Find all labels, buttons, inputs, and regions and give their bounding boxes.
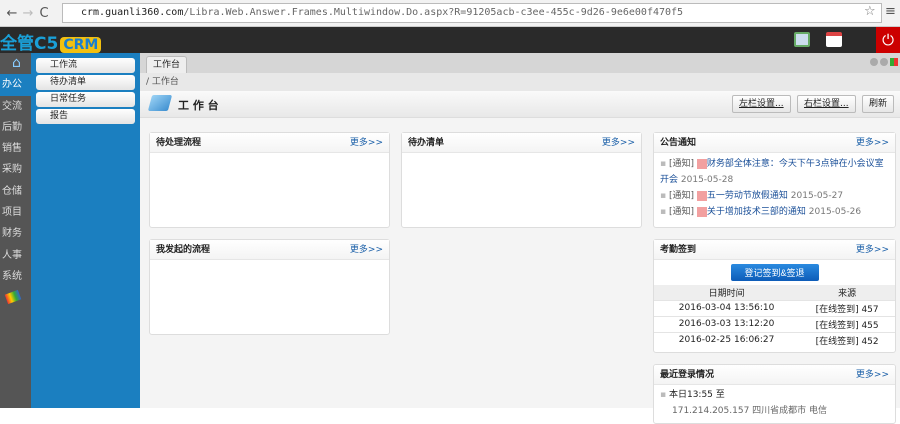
source-cell: [在线签到] 457 bbox=[799, 299, 895, 316]
attendance-panel: 考勤签到 更多>> 登记签到&签退 日期时间 来源 2016-03-04 13:56… bbox=[653, 239, 896, 353]
submenu-workflow[interactable]: 工作流 bbox=[36, 58, 135, 73]
more-link[interactable]: 更多>> bbox=[350, 133, 383, 153]
tab-prev-icon[interactable] bbox=[870, 58, 878, 66]
rail-item[interactable]: 人事 bbox=[0, 245, 31, 266]
column-header: 来源 bbox=[799, 285, 895, 300]
table-row: 2016-02-25 16:06:27 [在线签到] 452 bbox=[654, 331, 895, 348]
login-time: 本日13:55 至 bbox=[668, 390, 725, 400]
notice-item[interactable]: ▪ [通知] 财务部全体注意：今天下午3点钟在小会议室开会 2015-05-28 bbox=[654, 153, 895, 188]
top-icon bbox=[696, 158, 707, 169]
panel-title: 公告通知 bbox=[660, 138, 697, 148]
reload-icon[interactable]: C bbox=[36, 6, 52, 21]
menu-icon[interactable]: ≡ bbox=[885, 4, 896, 19]
rail-item[interactable]: 后勤 bbox=[0, 117, 31, 138]
notice-date: 2015-05-26 bbox=[808, 207, 862, 217]
app-header: 全管C5 CRM bbox=[0, 27, 900, 54]
recent-login-panel: 最近登录情况 更多>> ▪ 本日13:55 至 171.214.205.157 四… bbox=[653, 364, 896, 424]
app-logo: 全管C5 CRM bbox=[0, 29, 102, 54]
page-header: 工 作 台 左栏设置... 右栏设置... 刷新 bbox=[140, 91, 900, 118]
calendar-icon[interactable] bbox=[826, 32, 842, 47]
rail-item[interactable]: 交流 bbox=[0, 96, 31, 117]
palette-icon[interactable] bbox=[0, 287, 31, 308]
notice-panel: 公告通知 更多>> ▪ [通知] 财务部全体注意：今天下午3点钟在小会议室开会 2… bbox=[653, 132, 896, 228]
table-row: 2016-03-03 13:12:20 [在线签到] 455 bbox=[654, 315, 895, 332]
tab-next-icon[interactable] bbox=[880, 58, 888, 66]
workbench-icon bbox=[147, 95, 173, 111]
notice-date: 2015-05-27 bbox=[790, 191, 844, 201]
tab-workbench[interactable]: 工作台 bbox=[146, 56, 188, 73]
notice-item[interactable]: ▪ [通知] 五一劳动节放假通知 2015-05-27 bbox=[654, 188, 895, 204]
more-link[interactable]: 更多>> bbox=[856, 240, 889, 260]
submenu-todo[interactable]: 待办清单 bbox=[36, 75, 135, 90]
sign-in-out-button[interactable]: 登记签到&签退 bbox=[730, 264, 819, 281]
more-link[interactable]: 更多>> bbox=[856, 365, 889, 385]
left-column-settings-button[interactable]: 左栏设置... bbox=[732, 95, 791, 113]
rail-item[interactable]: 销售 bbox=[0, 138, 31, 159]
module-rail: ⌂ 办公 交流 后勤 销售 采购 仓储 项目 财务 人事 系统 bbox=[0, 53, 31, 408]
refresh-button[interactable]: 刷新 bbox=[862, 95, 895, 113]
home-icon[interactable]: ⌂ bbox=[0, 53, 31, 74]
tab-bar: 工作台 bbox=[140, 53, 900, 73]
url-host: crm.guanli360.com bbox=[81, 7, 184, 18]
forward-icon[interactable]: → bbox=[20, 6, 36, 21]
more-link[interactable]: 更多>> bbox=[856, 133, 889, 153]
logo-badge: CRM bbox=[60, 37, 102, 53]
more-link[interactable]: 更多>> bbox=[350, 240, 383, 260]
url-path: /Libra.Web.Answer.Frames.Multiwindow.Do.… bbox=[183, 7, 684, 18]
tab-grid-icon[interactable] bbox=[890, 58, 898, 66]
breadcrumb: / 工作台 bbox=[140, 73, 900, 91]
top-icon bbox=[696, 190, 707, 201]
notice-tag: [通知] bbox=[668, 191, 694, 201]
rail-item[interactable]: 采购 bbox=[0, 159, 31, 180]
submenu-daily-tasks[interactable]: 日常任务 bbox=[36, 92, 135, 107]
calculator-icon[interactable] bbox=[794, 32, 810, 47]
top-icon bbox=[696, 206, 707, 217]
my-workflow-panel: 我发起的流程 更多>> bbox=[149, 239, 390, 335]
panel-title: 待办清单 bbox=[408, 138, 445, 148]
rail-item[interactable]: 系统 bbox=[0, 266, 31, 287]
panel-title: 待处理流程 bbox=[156, 138, 202, 148]
notice-title[interactable]: 五一劳动节放假通知 bbox=[707, 191, 788, 201]
rail-item[interactable]: 财务 bbox=[0, 223, 31, 244]
pending-workflow-panel: 待处理流程 更多>> bbox=[149, 132, 390, 228]
rail-item-office[interactable]: 办公 bbox=[0, 74, 31, 96]
column-header: 日期时间 bbox=[654, 285, 800, 300]
notice-tag: [通知] bbox=[668, 207, 694, 217]
source-cell: [在线签到] 455 bbox=[799, 315, 895, 332]
todo-panel: 待办清单 更多>> bbox=[401, 132, 642, 228]
address-bar[interactable]: crm.guanli360.com/Libra.Web.Answer.Frame… bbox=[62, 3, 882, 23]
submenu-reports[interactable]: 报告 bbox=[36, 109, 135, 124]
datetime-cell: 2016-03-03 13:12:20 bbox=[654, 315, 800, 332]
panel-title: 考勤签到 bbox=[660, 245, 697, 255]
datetime-cell: 2016-03-04 13:56:10 bbox=[654, 299, 800, 316]
source-cell: [在线签到] 452 bbox=[799, 331, 895, 348]
power-icon[interactable]: ⏻ bbox=[876, 27, 900, 53]
notice-title[interactable]: 关于增加技术三部的通知 bbox=[707, 207, 806, 217]
notice-item[interactable]: ▪ [通知] 关于增加技术三部的通知 2015-05-26 bbox=[654, 204, 895, 220]
more-link[interactable]: 更多>> bbox=[602, 133, 635, 153]
back-icon[interactable]: ← bbox=[4, 6, 20, 21]
notice-date: 2015-05-28 bbox=[680, 175, 734, 185]
browser-toolbar: ← → C crm.guanli360.com/Libra.Web.Answer… bbox=[0, 0, 900, 27]
panel-title: 最近登录情况 bbox=[660, 370, 715, 380]
logo-text: 全管C5 bbox=[0, 34, 59, 54]
table-row: 2016-03-04 13:56:10 [在线签到] 457 bbox=[654, 299, 895, 316]
rail-item[interactable]: 仓储 bbox=[0, 181, 31, 202]
notice-tag: [通知] bbox=[668, 159, 694, 169]
bookmark-star-icon[interactable]: ☆ bbox=[864, 4, 876, 19]
datetime-cell: 2016-02-25 16:06:27 bbox=[654, 331, 800, 348]
submenu: 工作流 待办清单 日常任务 报告 bbox=[31, 53, 140, 408]
main-area: 工作台 / 工作台 工 作 台 左栏设置... 右栏设置... 刷新 待处理流程… bbox=[140, 53, 900, 424]
page-title: 工 作 台 bbox=[178, 99, 219, 112]
attendance-table: 日期时间 来源 2016-03-04 13:56:10 [在线签到] 457 201… bbox=[654, 285, 895, 348]
right-column-settings-button[interactable]: 右栏设置... bbox=[797, 95, 856, 113]
panel-title: 我发起的流程 bbox=[156, 245, 211, 255]
rail-item[interactable]: 项目 bbox=[0, 202, 31, 223]
